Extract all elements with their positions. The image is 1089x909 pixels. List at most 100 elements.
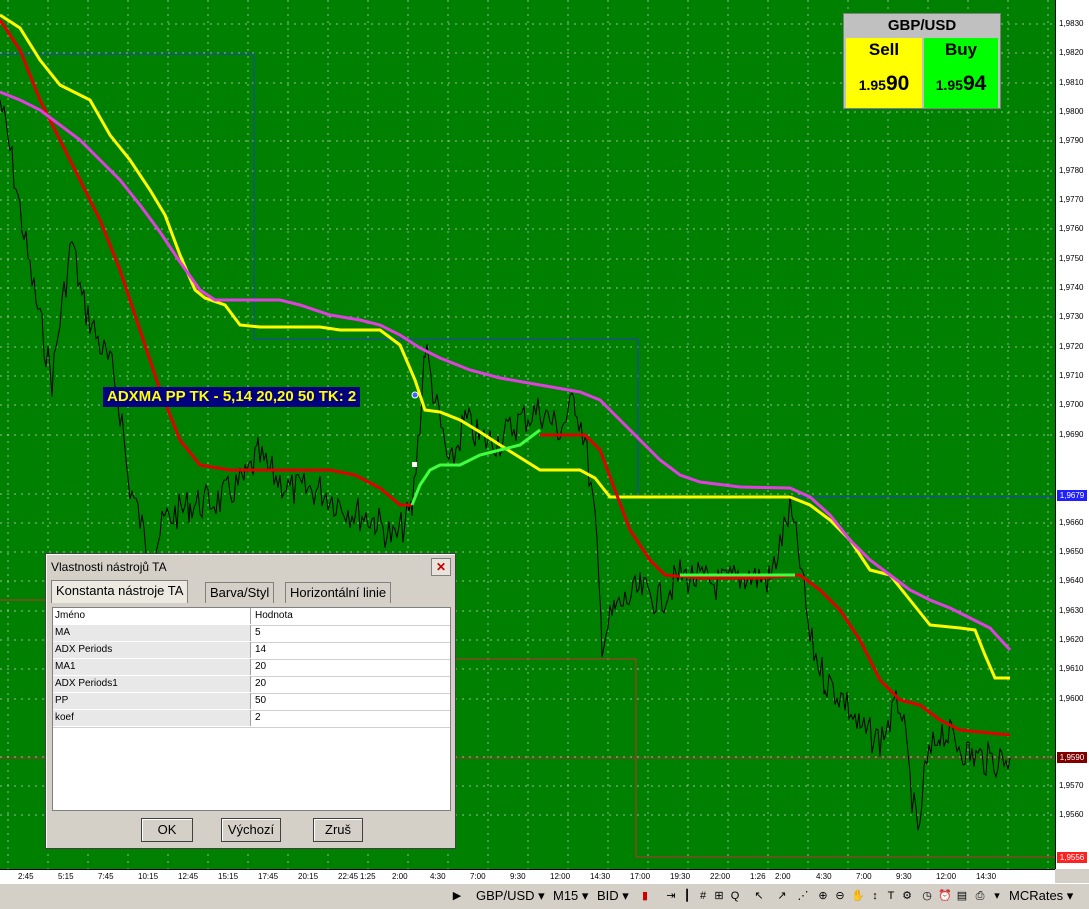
- property-grid: Jméno Hodnota MA 5 ADX Periods 14 MA1 20…: [52, 607, 451, 811]
- line-tool-icon[interactable]: ⇥: [664, 889, 678, 903]
- chart-area[interactable]: GBP/USD Sell 1.9590 Buy 1.9594 ADXMA PP …: [0, 0, 1055, 869]
- price-tick: 1,9600: [1059, 694, 1084, 703]
- time-tick: 19:30: [670, 872, 691, 881]
- table-row[interactable]: ADX Periods 14: [53, 642, 450, 660]
- sell-button[interactable]: Sell 1.9590: [846, 38, 922, 108]
- row-value-input[interactable]: 20: [253, 659, 449, 675]
- time-tick: 10:15: [138, 872, 159, 881]
- column-header-name: Jméno: [53, 608, 251, 624]
- red-ma-line: [540, 433, 1011, 737]
- indicator-label[interactable]: ADXMA PP TK - 5,14 20,20 50 TK: 2: [103, 387, 361, 407]
- table-row[interactable]: MA1 20: [53, 659, 450, 677]
- time-tick: 12:00: [550, 872, 571, 881]
- bar-chart-icon[interactable]: ┃: [680, 889, 694, 903]
- draw-tool-icon[interactable]: ↗: [775, 889, 789, 903]
- row-name: MA: [53, 625, 251, 641]
- alarm-icon[interactable]: ⏰: [938, 889, 952, 903]
- time-tick: 2:45: [18, 872, 34, 881]
- price-tick: 1,9560: [1059, 810, 1084, 819]
- bottom-toolbar: ▶ GBP/USD ▾ M15 ▾ BID ▾ ▮ ⇥ ┃ # ⊞ Q ↖ ↗ …: [0, 883, 1089, 909]
- zoom-out-icon[interactable]: ⊖: [833, 889, 847, 903]
- time-tick: 20:15: [298, 872, 319, 881]
- chart-icon[interactable]: ▤: [955, 889, 969, 903]
- time-tick: 7:00: [856, 872, 872, 881]
- scroll-right-icon[interactable]: ▶: [450, 889, 464, 903]
- table-row[interactable]: PP 50: [53, 693, 450, 711]
- price-tick: 1,9650: [1059, 547, 1084, 556]
- time-tick: 17:45: [258, 872, 279, 881]
- column-header-value: Hodnota: [253, 608, 449, 624]
- price-marker: 1,9679: [1057, 490, 1087, 501]
- grid-icon[interactable]: #: [696, 889, 710, 903]
- row-value-input[interactable]: 14: [253, 642, 449, 658]
- default-button[interactable]: Výchozí: [221, 818, 281, 842]
- timer-icon[interactable]: ◷: [920, 889, 934, 903]
- text-icon[interactable]: T: [884, 889, 898, 903]
- close-icon[interactable]: ✕: [431, 558, 451, 576]
- time-tick: 12:45: [178, 872, 199, 881]
- price-tick: 1,9690: [1059, 430, 1084, 439]
- price-tick: 1,9710: [1059, 371, 1084, 380]
- price-tick: 1,9770: [1059, 195, 1084, 204]
- level-line-blue: [0, 53, 1055, 498]
- time-tick: 9:30: [510, 872, 526, 881]
- timeframe-dropdown[interactable]: M15 ▾: [553, 888, 588, 904]
- price-tick: 1,9640: [1059, 576, 1084, 585]
- price-tick: 1,9630: [1059, 606, 1084, 615]
- time-tick: 1:25: [360, 872, 376, 881]
- price-tick: 1,9620: [1059, 635, 1084, 644]
- candle-chart-icon[interactable]: ▮: [638, 889, 652, 903]
- quote-icon[interactable]: Q: [728, 889, 742, 903]
- time-tick: 15:15: [218, 872, 239, 881]
- quote-panel: GBP/USD Sell 1.9590 Buy 1.9594: [843, 13, 1001, 109]
- tab-color-style[interactable]: Barva/Styl: [205, 582, 275, 603]
- time-tick: 4:30: [430, 872, 446, 881]
- sell-label: Sell: [868, 40, 900, 59]
- table-row[interactable]: ADX Periods1 20: [53, 676, 450, 694]
- buy-label: Buy: [944, 40, 978, 59]
- price-tick: 1,9700: [1059, 400, 1084, 409]
- row-value-input[interactable]: 5: [253, 625, 449, 641]
- ta-properties-dialog: Vlastnosti nástrojů TA ✕ Konstanta nástr…: [45, 553, 456, 849]
- cancel-button[interactable]: Zruš: [313, 818, 363, 842]
- row-value-input[interactable]: 2: [253, 710, 449, 726]
- arrow-icon[interactable]: ↕: [868, 889, 882, 903]
- table-row[interactable]: koef 2: [53, 710, 450, 728]
- indicator-icon[interactable]: ⋰: [796, 889, 810, 903]
- price-marker: 1,9556: [1057, 852, 1087, 863]
- time-tick: 7:45: [98, 872, 114, 881]
- row-name: MA1: [53, 659, 251, 675]
- tab-constants[interactable]: Konstanta nástroje TA: [51, 580, 189, 603]
- time-axis[interactable]: 2:45 5:15 7:45 10:15 12:45 15:15 17:45 20:15 22:…: [0, 869, 1055, 883]
- time-tick: 2:00: [775, 872, 791, 881]
- settings-icon[interactable]: ⚙: [900, 889, 914, 903]
- time-tick: 22:00: [710, 872, 731, 881]
- price-tick: 1,9740: [1059, 283, 1084, 292]
- anchor-point: [411, 391, 419, 399]
- hand-icon[interactable]: ✋: [851, 889, 865, 903]
- time-tick: 5:15: [58, 872, 74, 881]
- table-row[interactable]: MA 5: [53, 625, 450, 643]
- ok-button[interactable]: OK: [141, 818, 193, 842]
- tab-horizontal-lines[interactable]: Horizontální linie: [285, 582, 392, 603]
- zoom-fit-icon[interactable]: ⊞: [712, 889, 726, 903]
- cursor-icon[interactable]: ↖: [752, 889, 766, 903]
- price-tick: 1,9660: [1059, 518, 1084, 527]
- price-tick: 1,9790: [1059, 136, 1084, 145]
- buy-button[interactable]: Buy 1.9594: [924, 38, 998, 108]
- zoom-in-icon[interactable]: ⊕: [816, 889, 830, 903]
- symbol-dropdown[interactable]: GBP/USD ▾: [476, 888, 545, 904]
- dialog-title: Vlastnosti nástrojů TA: [51, 560, 167, 574]
- time-tick: 1:26: [750, 872, 766, 881]
- price-type-dropdown[interactable]: BID ▾: [597, 888, 629, 904]
- time-tick: 22:45: [338, 872, 359, 881]
- provider-dropdown[interactable]: MCRates ▾: [1009, 888, 1073, 904]
- row-name: ADX Periods1: [53, 676, 251, 692]
- price-axis[interactable]: 1,9830 1,9820 1,9810 1,9800 1,9790 1,9780 1,97…: [1055, 0, 1089, 869]
- row-value-input[interactable]: 50: [253, 693, 449, 709]
- red-ma-line: [0, 19, 412, 507]
- more-icon[interactable]: ▾: [990, 889, 1004, 903]
- print-icon[interactable]: ⎙: [973, 889, 987, 903]
- row-value-input[interactable]: 20: [253, 676, 449, 692]
- time-tick: 12:00: [936, 872, 957, 881]
